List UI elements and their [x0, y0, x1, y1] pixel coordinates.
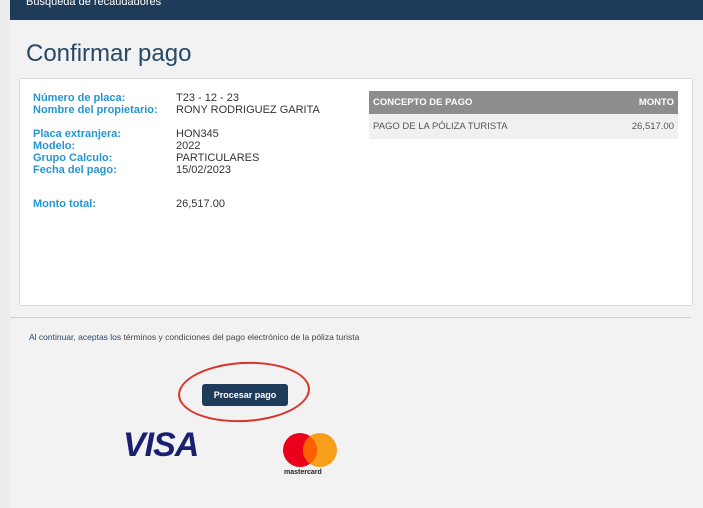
group-value: PARTICULARES: [176, 152, 260, 164]
top-nav-bar: Busqueda de recaudadores: [10, 0, 703, 20]
owner-value: RONY RODRIGUEZ GARITA: [176, 104, 320, 116]
total-label: Monto total:: [33, 198, 96, 210]
section-divider: [10, 317, 691, 318]
amount-cell: 26,517.00: [597, 114, 678, 139]
owner-label: Nombre del propietario:: [33, 104, 158, 116]
nav-item-busqueda[interactable]: Busqueda de recaudadores: [26, 0, 703, 9]
process-payment-button[interactable]: Procesar pago: [202, 384, 288, 406]
confirm-payment-page: Confirmar pago Número de placa: T23 - 12…: [10, 20, 703, 508]
date-value: 15/02/2023: [176, 164, 232, 176]
foreign-plate-label: Placa extranjera:: [33, 128, 122, 140]
concept-table: CONCEPTO DE PAGO MONTO PAGO DE LA PÓLIZA…: [369, 91, 678, 139]
foreign-plate-value: HON345: [176, 128, 219, 140]
mastercard-circles-icon: [283, 433, 337, 467]
terms-notice: Al continuar, aceptas los términos y con…: [29, 332, 359, 342]
visa-logo: VISA: [123, 426, 199, 464]
terms-link[interactable]: términos y condiciones del pago electrón…: [124, 332, 360, 342]
table-header-row: CONCEPTO DE PAGO MONTO: [369, 91, 678, 114]
total-value: 26,517.00: [176, 198, 225, 210]
table-row: PAGO DE LA PÓLIZA TURISTA 26,517.00: [369, 114, 678, 139]
terms-accept: aceptas los: [78, 332, 122, 342]
page-title: Confirmar pago: [26, 40, 192, 67]
payment-details-card: Número de placa: T23 - 12 - 23 Nombre de…: [19, 78, 693, 306]
model-value: 2022: [176, 140, 201, 152]
amount-column-header: MONTO: [597, 91, 678, 114]
concept-cell: PAGO DE LA PÓLIZA TURISTA: [369, 114, 598, 139]
date-label: Fecha del pago:: [33, 164, 117, 176]
terms-prefix: Al continuar,: [29, 332, 76, 342]
group-label: Grupo Calculo:: [33, 152, 113, 164]
concept-column-header: CONCEPTO DE PAGO: [369, 91, 598, 114]
plate-value: T23 - 12 - 23: [176, 92, 239, 104]
mastercard-text: mastercard: [284, 469, 322, 476]
mastercard-logo: mastercard: [278, 432, 348, 484]
plate-label: Número de placa:: [33, 92, 126, 104]
model-label: Modelo:: [33, 140, 76, 152]
